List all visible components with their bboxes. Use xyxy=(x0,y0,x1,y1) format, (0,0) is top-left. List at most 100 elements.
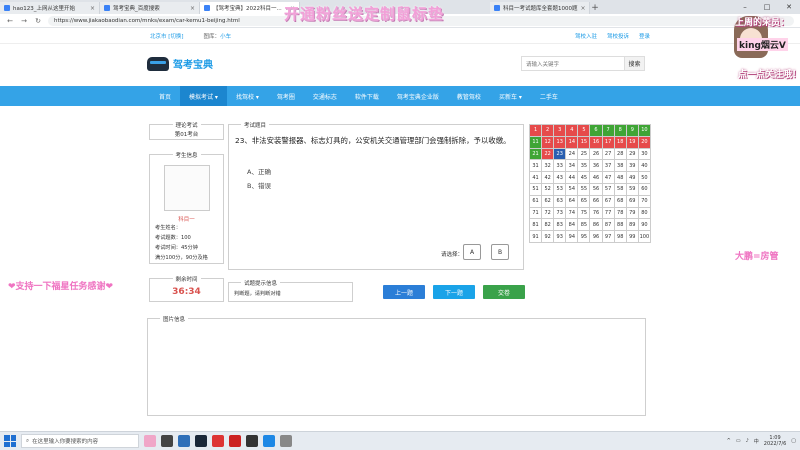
answer-cell-45[interactable]: 45 xyxy=(578,172,591,184)
volume-icon[interactable]: ♪ xyxy=(746,438,749,444)
answer-cell-51[interactable]: 51 xyxy=(530,183,543,196)
edge-icon[interactable] xyxy=(263,435,275,447)
answer-cell-10[interactable]: 10 xyxy=(638,125,651,137)
answer-cell-28[interactable]: 28 xyxy=(614,148,627,161)
answer-cell-13[interactable]: 13 xyxy=(554,136,567,149)
answer-cell-93[interactable]: 93 xyxy=(554,231,567,243)
answer-cell-52[interactable]: 52 xyxy=(542,183,555,196)
browser-tab-0[interactable]: hao123_上网从这里开始 × xyxy=(0,2,100,14)
answer-cell-64[interactable]: 64 xyxy=(566,195,579,208)
answer-cell-76[interactable]: 76 xyxy=(590,207,603,220)
answer-cell-44[interactable]: 44 xyxy=(566,172,579,184)
answer-cell-74[interactable]: 74 xyxy=(566,207,579,220)
search-button[interactable]: 搜索 xyxy=(624,57,644,70)
answer-cell-25[interactable]: 25 xyxy=(578,148,591,161)
answer-cell-38[interactable]: 38 xyxy=(614,160,627,173)
answer-cell-6[interactable]: 6 xyxy=(590,125,603,137)
link-complaint[interactable]: 驾校投诉 xyxy=(607,32,629,40)
answer-cell-91[interactable]: 91 xyxy=(530,231,543,243)
answer-cell-29[interactable]: 29 xyxy=(626,148,639,161)
reload-icon[interactable]: ↻ xyxy=(34,17,42,25)
answer-cell-49[interactable]: 49 xyxy=(626,172,639,184)
answer-cell-75[interactable]: 75 xyxy=(578,207,591,220)
nav-item-download[interactable]: 软件下载 xyxy=(346,86,388,106)
app-icon[interactable] xyxy=(144,435,156,447)
answer-cell-57[interactable]: 57 xyxy=(602,183,615,196)
windows-start-icon[interactable] xyxy=(4,435,16,447)
answer-cell-96[interactable]: 96 xyxy=(590,231,603,243)
answer-cell-86[interactable]: 86 xyxy=(590,219,603,232)
weibo-icon[interactable] xyxy=(229,435,241,447)
nav-item-used-car[interactable]: 二手车 xyxy=(531,86,567,106)
search-input[interactable]: 请输入关键字 xyxy=(522,57,624,70)
nav-item-new-car[interactable]: 买新车 ▾ xyxy=(490,86,531,106)
answer-cell-4[interactable]: 4 xyxy=(566,125,579,137)
answer-cell-79[interactable]: 79 xyxy=(626,207,639,220)
answer-cell-17[interactable]: 17 xyxy=(602,136,615,149)
task-view-icon[interactable] xyxy=(161,435,173,447)
answer-cell-78[interactable]: 78 xyxy=(614,207,627,220)
answer-cell-99[interactable]: 99 xyxy=(626,231,639,243)
forward-icon[interactable]: → xyxy=(20,17,28,25)
answer-cell-40[interactable]: 40 xyxy=(638,160,651,173)
choice-b-button[interactable]: B xyxy=(491,244,509,260)
answer-cell-3[interactable]: 3 xyxy=(554,125,567,137)
link-school-join[interactable]: 驾校入驻 xyxy=(575,32,597,40)
answer-cell-59[interactable]: 59 xyxy=(626,183,639,196)
answer-cell-7[interactable]: 7 xyxy=(602,125,615,137)
obs-icon[interactable] xyxy=(246,435,258,447)
answer-cell-55[interactable]: 55 xyxy=(578,183,591,196)
chevron-up-icon[interactable]: ^ xyxy=(727,438,731,444)
answer-cell-9[interactable]: 9 xyxy=(626,125,639,137)
submit-exam-button[interactable]: 交卷 xyxy=(483,285,525,299)
answer-cell-90[interactable]: 90 xyxy=(638,219,651,232)
answer-cell-19[interactable]: 19 xyxy=(626,136,639,149)
back-icon[interactable]: ← xyxy=(6,17,14,25)
taskbar-search[interactable]: ⌕ 在这里输入你要搜索的内容 xyxy=(21,434,139,448)
app-icon[interactable] xyxy=(212,435,224,447)
input-language[interactable]: 中 xyxy=(754,438,759,445)
answer-cell-20[interactable]: 20 xyxy=(638,136,651,149)
site-logo[interactable]: 驾考宝典 xyxy=(147,56,213,71)
prev-question-button[interactable]: 上一题 xyxy=(383,285,425,299)
nav-item-community[interactable]: 驾考圈 xyxy=(268,86,304,106)
answer-cell-56[interactable]: 56 xyxy=(590,183,603,196)
answer-cell-37[interactable]: 37 xyxy=(602,160,615,173)
answer-cell-43[interactable]: 43 xyxy=(554,172,567,184)
answer-cell-15[interactable]: 15 xyxy=(578,136,591,149)
browser-tab-3[interactable]: 科目一考试题库全套题1000题 × xyxy=(490,2,590,14)
answer-cell-63[interactable]: 63 xyxy=(554,195,567,208)
answer-cell-69[interactable]: 69 xyxy=(626,195,639,208)
answer-cell-62[interactable]: 62 xyxy=(542,195,555,208)
nav-item-enterprise[interactable]: 驾考宝典企业版 xyxy=(388,86,448,106)
steam-icon[interactable] xyxy=(195,435,207,447)
location-switcher[interactable]: 北京市 [切换] xyxy=(150,32,184,40)
answer-cell-35[interactable]: 35 xyxy=(578,160,591,173)
nav-item-find-school[interactable]: 找驾校 ▾ xyxy=(227,86,268,106)
answer-cell-100[interactable]: 100 xyxy=(638,231,651,243)
answer-cell-92[interactable]: 92 xyxy=(542,231,555,243)
answer-cell-50[interactable]: 50 xyxy=(638,172,651,184)
close-icon[interactable]: × xyxy=(90,5,95,12)
taskbar-clock[interactable]: 1:09 2022/7/6 xyxy=(764,435,786,447)
taskbar-search-input[interactable]: 在这里输入你要搜索的内容 xyxy=(32,437,98,445)
answer-cell-42[interactable]: 42 xyxy=(542,172,555,184)
answer-cell-80[interactable]: 80 xyxy=(638,207,651,220)
answer-cell-14[interactable]: 14 xyxy=(566,136,579,149)
answer-cell-11[interactable]: 11 xyxy=(530,136,543,149)
network-icon[interactable]: ▭ xyxy=(736,438,741,444)
notification-icon[interactable]: ▢ xyxy=(791,438,796,444)
answer-cell-95[interactable]: 95 xyxy=(578,231,591,243)
answer-cell-33[interactable]: 33 xyxy=(554,160,567,173)
answer-cell-16[interactable]: 16 xyxy=(590,136,603,149)
answer-cell-30[interactable]: 30 xyxy=(638,148,651,161)
answer-cell-82[interactable]: 82 xyxy=(542,219,555,232)
app-icon[interactable] xyxy=(280,435,292,447)
answer-cell-32[interactable]: 32 xyxy=(542,160,555,173)
answer-cell-58[interactable]: 58 xyxy=(614,183,627,196)
option-b[interactable]: B、错误 xyxy=(247,180,271,190)
answer-cell-67[interactable]: 67 xyxy=(602,195,615,208)
answer-cell-41[interactable]: 41 xyxy=(530,172,543,184)
answer-cell-48[interactable]: 48 xyxy=(614,172,627,184)
choice-a-button[interactable]: A xyxy=(463,244,481,260)
